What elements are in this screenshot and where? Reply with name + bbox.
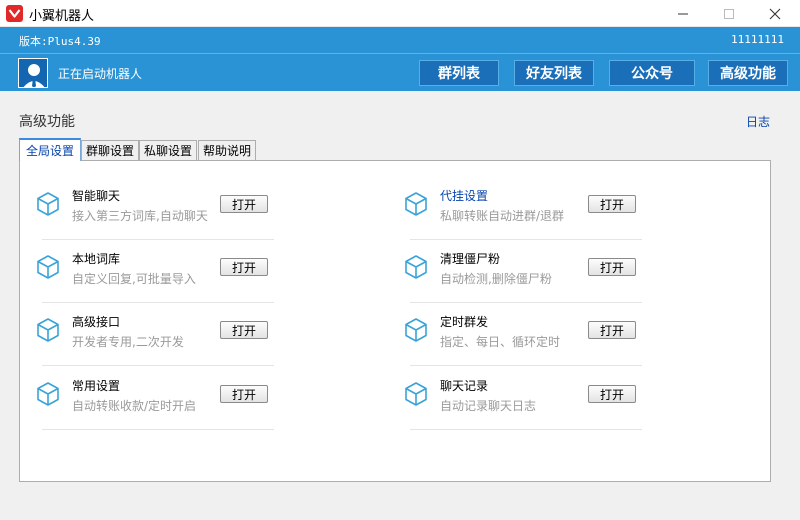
close-icon bbox=[769, 8, 781, 19]
feature-name: 清理僵尸粉 bbox=[440, 252, 501, 266]
account-id: 11111111 bbox=[731, 33, 784, 46]
feature-desc: 指定、每日、循环定时 bbox=[440, 335, 561, 349]
maximize-button[interactable] bbox=[706, 0, 752, 27]
cube-icon bbox=[405, 382, 427, 406]
feature-desc: 私聊转账自动进群/退群 bbox=[440, 209, 565, 223]
feature-scheduled-broadcast: 定时群发 指定、每日、循环定时 打开 bbox=[405, 303, 642, 366]
minimize-icon bbox=[678, 13, 688, 14]
app-window: 小翼机器人 版本:Plus4.39 11111111 正在启动机器人 群列表 好… bbox=[0, 0, 800, 520]
open-proxy-settings-button[interactable]: 打开 bbox=[588, 195, 636, 213]
open-advanced-api-button[interactable]: 打开 bbox=[220, 321, 268, 339]
header-bar: 正在启动机器人 群列表 好友列表 公众号 高级功能 bbox=[0, 53, 800, 91]
feature-name[interactable]: 代挂设置 bbox=[440, 187, 488, 204]
cube-icon bbox=[37, 192, 59, 216]
open-chat-history-button[interactable]: 打开 bbox=[588, 385, 636, 403]
feature-desc: 自动转账收款/定时开启 bbox=[72, 399, 197, 413]
feature-name: 常用设置 bbox=[72, 379, 121, 393]
feature-name: 定时群发 bbox=[440, 315, 489, 329]
friend-list-button[interactable]: 好友列表 bbox=[514, 60, 594, 86]
feature-advanced-api: 高级接口 开发者专用,二次开发 打开 bbox=[37, 303, 274, 366]
cube-icon bbox=[405, 255, 427, 279]
avatar bbox=[18, 58, 48, 88]
feature-desc: 接入第三方词库,自动聊天 bbox=[72, 209, 208, 223]
feature-common-settings: 常用设置 自动转账收款/定时开启 打开 bbox=[37, 367, 274, 430]
cube-icon bbox=[37, 382, 59, 406]
page-title: 高级功能 bbox=[19, 114, 75, 130]
cube-icon bbox=[37, 255, 59, 279]
group-list-button[interactable]: 群列表 bbox=[419, 60, 499, 86]
minimize-button[interactable] bbox=[660, 0, 706, 27]
close-button[interactable] bbox=[752, 0, 798, 27]
open-scheduled-broadcast-button[interactable]: 打开 bbox=[588, 321, 636, 339]
feature-name: 本地词库 bbox=[72, 252, 121, 266]
version-bar: 版本:Plus4.39 11111111 bbox=[0, 27, 800, 53]
cube-icon bbox=[405, 192, 427, 216]
feature-clean-zombie-fans: 清理僵尸粉 自动检测,删除僵尸粉 打开 bbox=[405, 240, 642, 303]
feature-name: 高级接口 bbox=[72, 315, 121, 329]
bot-status-text: 正在启动机器人 bbox=[58, 67, 143, 81]
advanced-features-button[interactable]: 高级功能 bbox=[708, 60, 788, 86]
feature-desc: 开发者专用,二次开发 bbox=[72, 335, 184, 349]
feature-chat-history: 聊天记录 自动记录聊天日志 打开 bbox=[405, 367, 642, 430]
app-logo-icon bbox=[6, 5, 23, 22]
title-bar[interactable]: 小翼机器人 bbox=[0, 0, 800, 27]
maximize-icon bbox=[724, 8, 734, 19]
cube-icon bbox=[37, 318, 59, 342]
open-local-lexicon-button[interactable]: 打开 bbox=[220, 258, 268, 276]
open-smart-chat-button[interactable]: 打开 bbox=[220, 195, 268, 213]
feature-name: 聊天记录 bbox=[440, 379, 489, 393]
global-settings-panel: 智能聊天 接入第三方词库,自动聊天 打开 本地词库 自定义回复,可批量导入 打开… bbox=[19, 160, 771, 482]
tab-private-chat-settings[interactable]: 私聊设置 bbox=[139, 140, 197, 160]
feature-smart-chat: 智能聊天 接入第三方词库,自动聊天 打开 bbox=[37, 177, 274, 240]
window-title: 小翼机器人 bbox=[29, 9, 95, 24]
open-common-settings-button[interactable]: 打开 bbox=[220, 385, 268, 403]
tab-global-settings[interactable]: 全局设置 bbox=[19, 138, 81, 161]
feature-desc: 自动检测,删除僵尸粉 bbox=[440, 272, 552, 286]
tab-help[interactable]: 帮助说明 bbox=[198, 140, 256, 160]
feature-desc: 自定义回复,可批量导入 bbox=[72, 272, 196, 286]
feature-desc: 自动记录聊天日志 bbox=[440, 399, 537, 413]
feature-proxy-settings: 代挂设置 私聊转账自动进群/退群 打开 bbox=[405, 177, 642, 240]
log-link[interactable]: 日志 bbox=[746, 113, 770, 130]
main-area: 高级功能 日志 全局设置 群聊设置 私聊设置 帮助说明 智能聊天 接入第三方词库… bbox=[0, 91, 800, 520]
tab-group-chat-settings[interactable]: 群聊设置 bbox=[81, 140, 139, 160]
user-avatar-icon bbox=[19, 59, 47, 87]
official-account-button[interactable]: 公众号 bbox=[609, 60, 695, 86]
feature-name: 智能聊天 bbox=[72, 189, 121, 203]
feature-local-lexicon: 本地词库 自定义回复,可批量导入 打开 bbox=[37, 240, 274, 303]
version-label: 版本:Plus4.39 bbox=[19, 35, 101, 48]
open-clean-zombie-fans-button[interactable]: 打开 bbox=[588, 258, 636, 276]
cube-icon bbox=[405, 318, 427, 342]
